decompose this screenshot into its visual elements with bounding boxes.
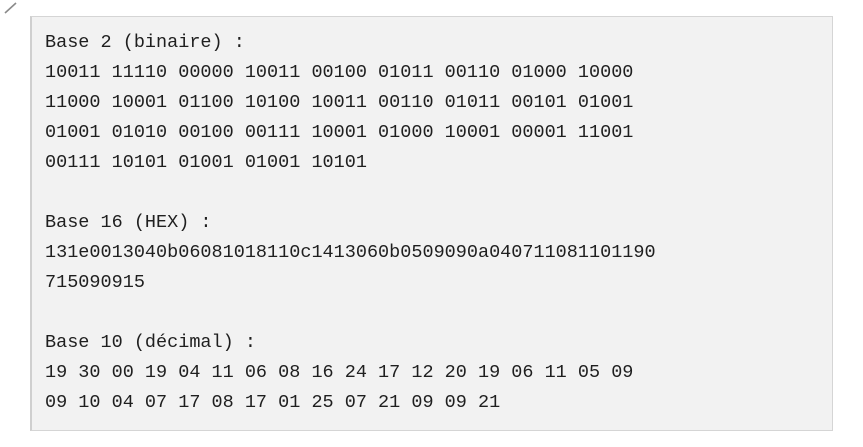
binary-line: 01001 01010 00100 00111 10001 01000 1000… [45, 122, 634, 143]
section-heading-base10: Base 10 (décimal) : [45, 332, 256, 353]
binary-line: 11000 10001 01100 10100 10011 00110 0101… [45, 92, 634, 113]
decimal-line: 09 10 04 07 17 08 17 01 25 07 21 09 09 2… [45, 392, 501, 413]
hex-line: 715090915 [45, 272, 145, 293]
binary-line: 00111 10101 01001 01001 10101 [45, 152, 367, 173]
corner-mark-icon [4, 2, 17, 14]
binary-line: 10011 11110 00000 10011 00100 01011 0011… [45, 62, 634, 83]
code-block: Base 2 (binaire) : 10011 11110 00000 100… [30, 16, 833, 431]
section-heading-base16: Base 16 (HEX) : [45, 212, 212, 233]
hex-line: 131e0013040b06081018110c1413060b0509090a… [45, 242, 656, 263]
section-heading-base2: Base 2 (binaire) : [45, 32, 245, 53]
decimal-line: 19 30 00 19 04 11 06 08 16 24 17 12 20 1… [45, 362, 634, 383]
